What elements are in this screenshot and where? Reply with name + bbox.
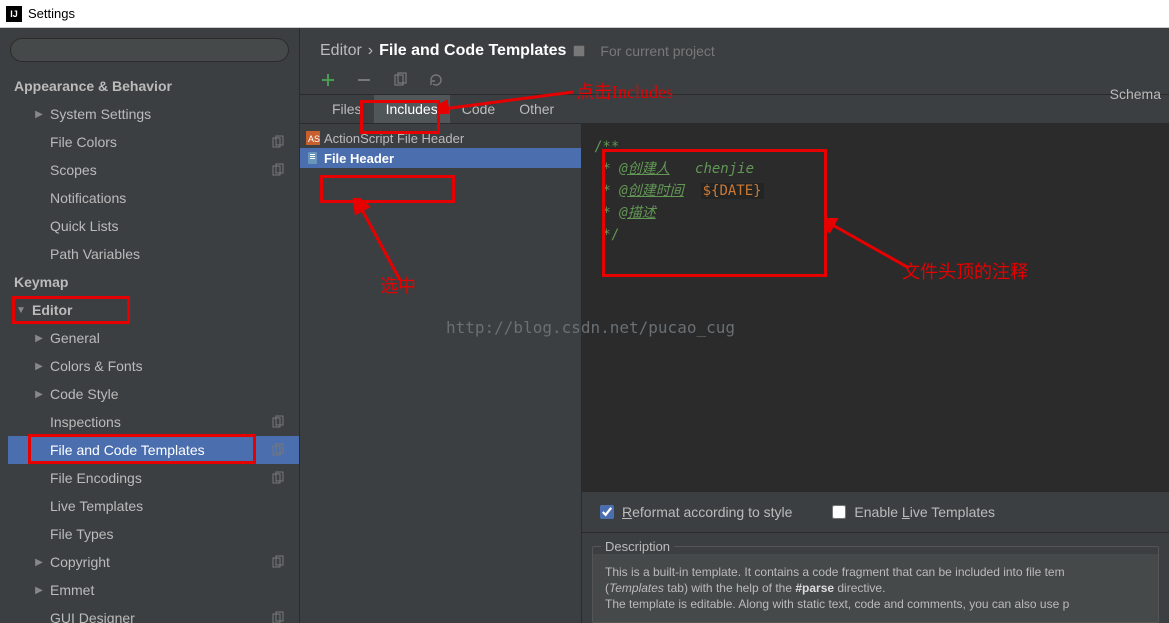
sidebar-item-quick-lists[interactable]: Quick Lists (8, 212, 299, 240)
breadcrumb: Editor › File and Code Templates For cur… (300, 28, 1169, 68)
chevron-down-icon: ▼ (14, 305, 28, 316)
reformat-checkbox[interactable]: Reformat according to style (600, 504, 792, 520)
sidebar-item-label: General (50, 330, 100, 346)
sidebar-item-copyright[interactable]: ▶ Copyright (8, 548, 299, 576)
sidebar-item-label: Live Templates (50, 498, 143, 514)
description-content: This is a built-in template. It contains… (593, 554, 1158, 622)
sidebar-item-label: File and Code Templates (50, 442, 205, 458)
crumb-sep: › (368, 42, 373, 60)
sidebar-item-label: Quick Lists (50, 218, 118, 234)
search-input[interactable] (10, 38, 289, 62)
project-scope-icon (271, 415, 285, 429)
sidebar-item-live-templates[interactable]: Live Templates (8, 492, 299, 520)
project-scope-icon (271, 471, 285, 485)
sidebar-item-label: Inspections (50, 414, 121, 430)
template-list[interactable]: AS ActionScript File Header File Header (300, 124, 582, 623)
description-box: Description This is a built-in template.… (582, 532, 1169, 623)
sidebar-item-scopes[interactable]: Scopes (8, 156, 299, 184)
sidebar-item-colors-fonts[interactable]: ▶ Colors & Fonts (8, 352, 299, 380)
toolbar (300, 68, 1169, 95)
sidebar-item-label: Editor (32, 302, 72, 318)
crumb-leaf: File and Code Templates (379, 42, 566, 60)
settings-tree[interactable]: Appearance & Behavior ▶ System Settings Fil… (0, 72, 299, 623)
enable-live-templates-checkbox[interactable]: Enable Live Templates (832, 504, 995, 520)
scope-icon (572, 44, 586, 58)
sidebar-item-general[interactable]: ▶ General (8, 324, 299, 352)
tab-includes[interactable]: Includes (374, 95, 450, 123)
remove-icon[interactable] (356, 72, 372, 88)
project-scope-icon (271, 443, 285, 457)
settings-sidebar: Appearance & Behavior ▶ System Settings Fil… (0, 28, 300, 623)
sidebar-item-inspections[interactable]: Inspections (8, 408, 299, 436)
sidebar-item-code-style[interactable]: ▶ Code Style (8, 380, 299, 408)
sidebar-item-file-types[interactable]: File Types (8, 520, 299, 548)
main: Appearance & Behavior ▶ System Settings Fil… (0, 28, 1169, 623)
sidebar-item-label: Keymap (14, 274, 68, 290)
sidebar-item-file-encodings[interactable]: File Encodings (8, 464, 299, 492)
template-item-file-header[interactable]: File Header (300, 148, 581, 168)
options-row: Reformat according to style Enable Live … (582, 491, 1169, 532)
file-icon (306, 151, 320, 165)
search-wrap (0, 28, 299, 72)
template-item-label: File Header (324, 151, 394, 166)
chevron-right-icon: ▶ (32, 333, 46, 344)
template-item-label: ActionScript File Header (324, 131, 464, 146)
panes: AS ActionScript File Header File Header /*… (300, 124, 1169, 623)
description-legend: Description (601, 539, 674, 554)
sidebar-item-emmet[interactable]: ▶ Emmet (8, 576, 299, 604)
project-scope-icon (271, 163, 285, 177)
sidebar-item-keymap[interactable]: Keymap (8, 268, 299, 296)
title-bar: IJ Settings (0, 0, 1169, 28)
project-scope-icon (271, 135, 285, 149)
code-editor[interactable]: /** * @创建人 chenjie * @创建时间 ${DATE} * @描述… (582, 124, 1169, 491)
chevron-right-icon: ▶ (32, 109, 46, 120)
sidebar-item-label: Path Variables (50, 246, 140, 262)
sidebar-item-gui-designer[interactable]: GUI Designer (8, 604, 299, 623)
sidebar-item-label: Emmet (50, 582, 94, 598)
sidebar-item-label: Copyright (50, 554, 110, 570)
sidebar-item-label: Code Style (50, 386, 118, 402)
chevron-right-icon: ▶ (32, 585, 46, 596)
refresh-icon[interactable] (428, 72, 444, 88)
crumb-parent[interactable]: Editor (320, 42, 362, 60)
sidebar-item-label: Notifications (50, 190, 126, 206)
tab-other[interactable]: Other (507, 95, 566, 123)
actionscript-file-icon: AS (306, 131, 320, 145)
sidebar-item-file-and-code-templates[interactable]: File and Code Templates (8, 436, 299, 464)
add-icon[interactable] (320, 72, 336, 88)
app-icon: IJ (6, 6, 22, 22)
sidebar-item-label: System Settings (50, 106, 151, 122)
sidebar-item-path-variables[interactable]: Path Variables (8, 240, 299, 268)
crumb-scope: For current project (600, 43, 714, 59)
project-scope-icon (271, 611, 285, 623)
sidebar-item-system-settings[interactable]: ▶ System Settings (8, 100, 299, 128)
enable-live-input[interactable] (832, 505, 846, 519)
tab-code[interactable]: Code (450, 95, 507, 123)
copy-icon[interactable] (392, 72, 408, 88)
sidebar-item-label: File Encodings (50, 470, 142, 486)
sidebar-item-editor[interactable]: ▼ Editor (8, 296, 299, 324)
sidebar-item-file-colors[interactable]: File Colors (8, 128, 299, 156)
sidebar-item-notifications[interactable]: Notifications (8, 184, 299, 212)
sidebar-item-appearance-behavior[interactable]: Appearance & Behavior (8, 72, 299, 100)
chevron-right-icon: ▶ (32, 557, 46, 568)
template-tabs: FilesIncludesCodeOther (300, 95, 1169, 124)
sidebar-item-label: GUI Designer (50, 610, 135, 623)
tab-files[interactable]: Files (320, 95, 374, 123)
sidebar-item-label: Appearance & Behavior (14, 78, 172, 94)
editor-column: /** * @创建人 chenjie * @创建时间 ${DATE} * @描述… (582, 124, 1169, 623)
sidebar-item-label: Colors & Fonts (50, 358, 143, 374)
settings-content: Editor › File and Code Templates For cur… (300, 28, 1169, 623)
sidebar-item-label: Scopes (50, 162, 97, 178)
schema-label[interactable]: Schema (1110, 86, 1161, 102)
reformat-input[interactable] (600, 505, 614, 519)
sidebar-item-label: File Colors (50, 134, 117, 150)
project-scope-icon (271, 555, 285, 569)
window-title: Settings (28, 6, 75, 21)
template-item-actionscript-file-header[interactable]: AS ActionScript File Header (300, 128, 581, 148)
chevron-right-icon: ▶ (32, 361, 46, 372)
sidebar-item-label: File Types (50, 526, 114, 542)
svg-text:AS: AS (308, 134, 320, 144)
chevron-right-icon: ▶ (32, 389, 46, 400)
